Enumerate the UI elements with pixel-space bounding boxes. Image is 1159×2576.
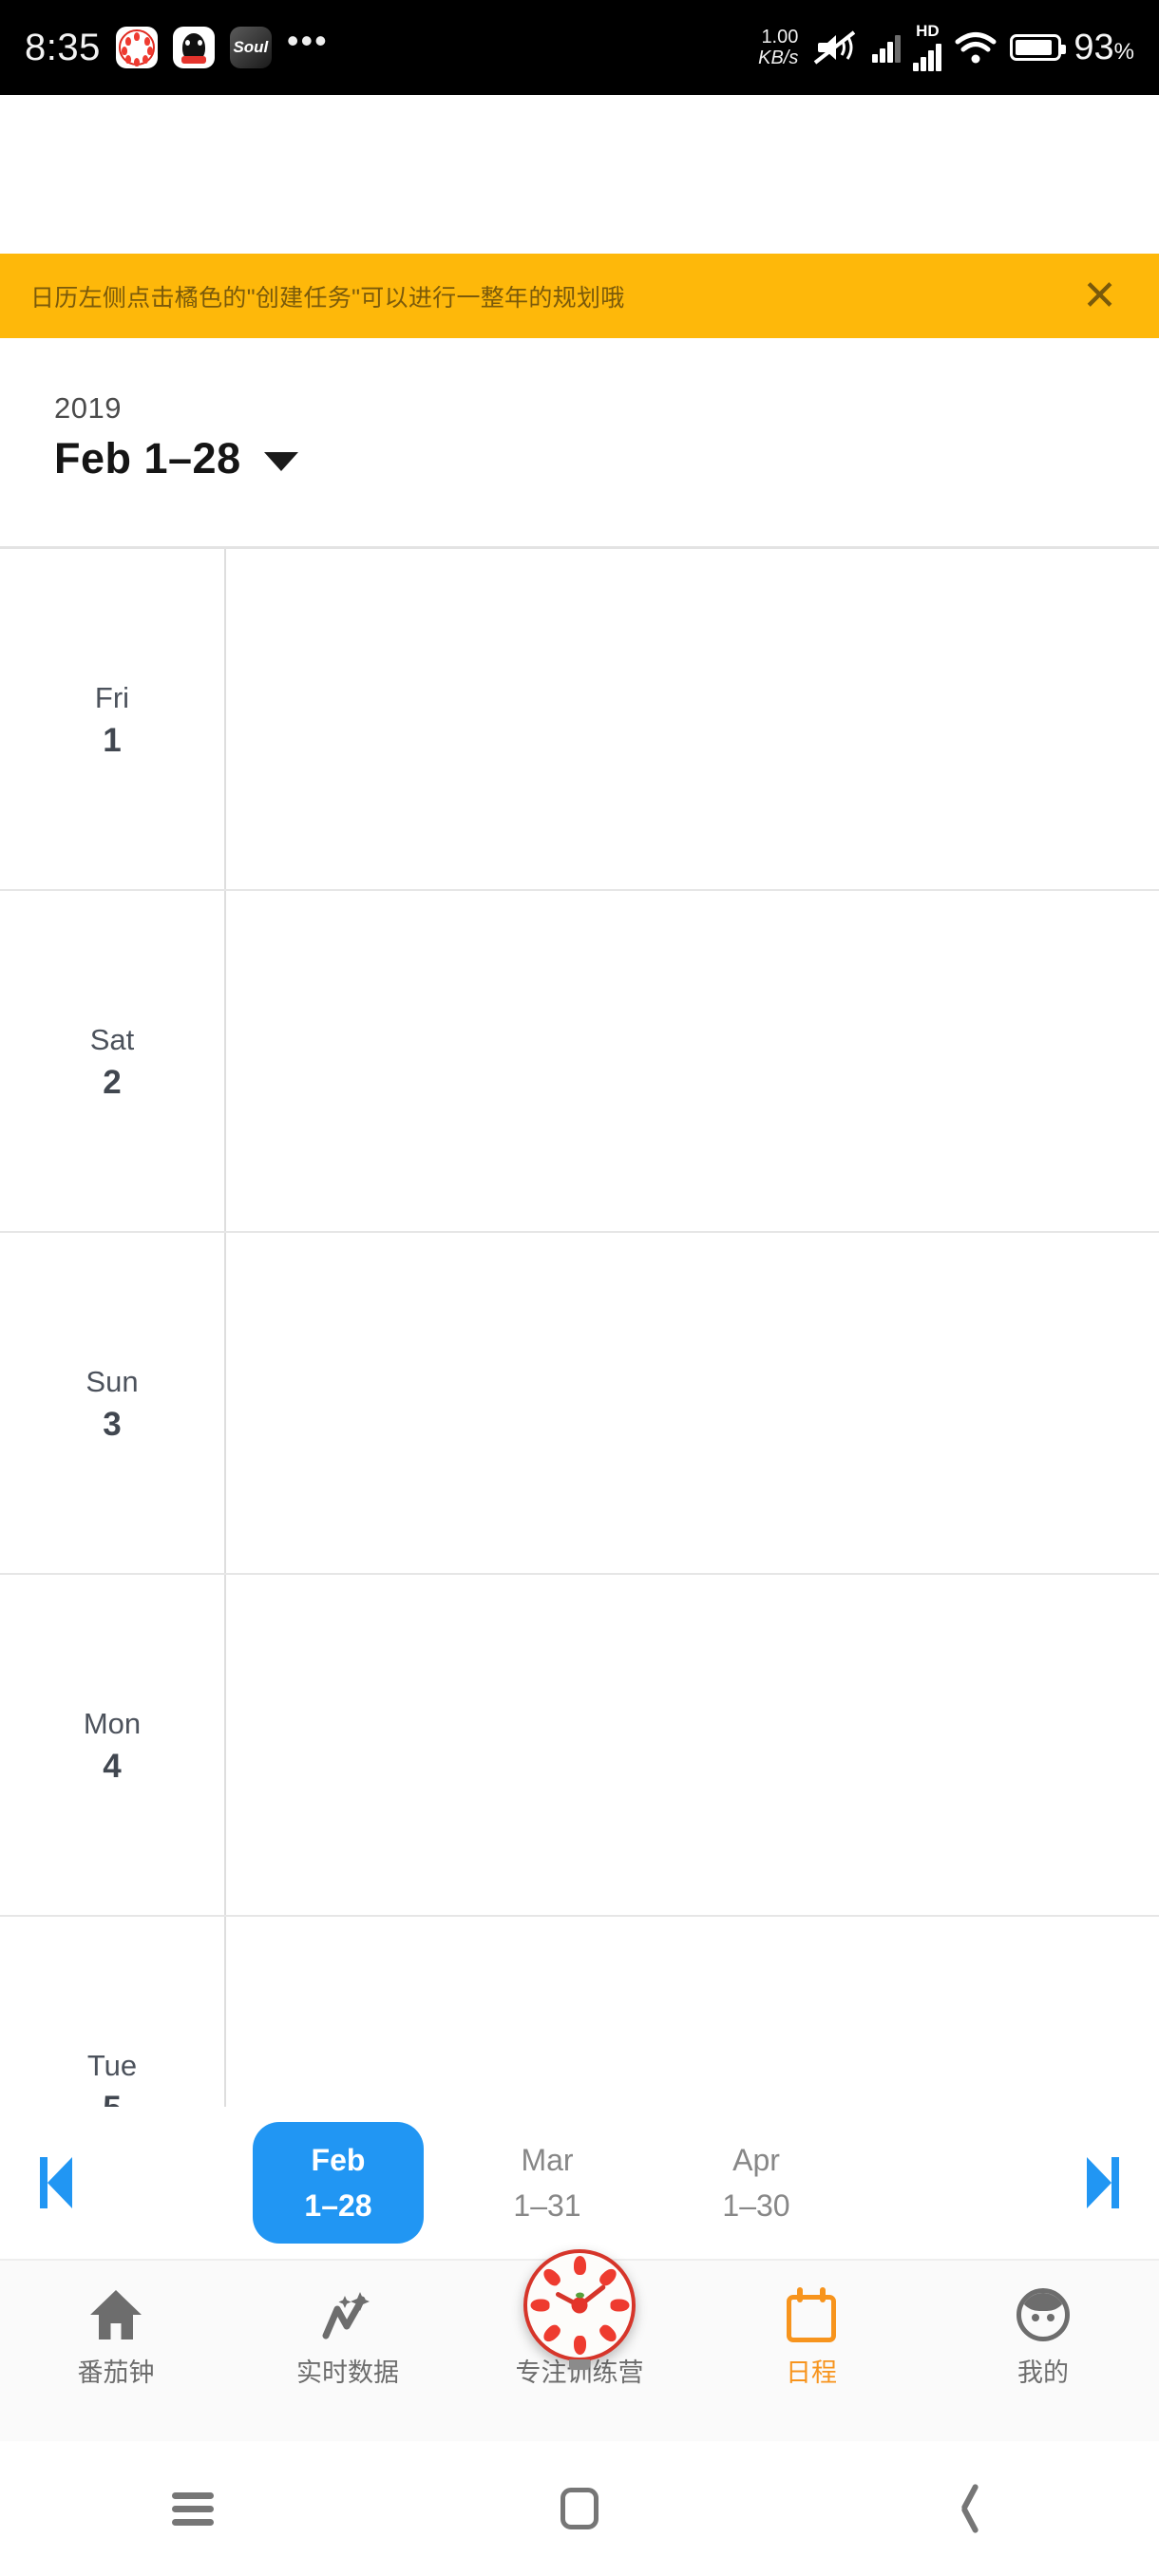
status-bar-overflow-icon: •••: [286, 21, 329, 60]
profile-icon: [1016, 2285, 1070, 2344]
calendar-icon: [787, 2285, 836, 2344]
tip-banner-text: 日历左侧点击橘色的"创建任务"可以进行一整年的规划哦: [30, 284, 625, 312]
month-chip-days: 1–30: [722, 2188, 790, 2223]
day-label: Fri 1: [0, 549, 224, 889]
date-range-selector[interactable]: Feb 1–28: [54, 434, 1159, 483]
day-label: Mon 4: [0, 1575, 224, 1915]
home-button[interactable]: [387, 2441, 773, 2576]
day-number: 4: [103, 1748, 122, 1785]
battery-percent: 93%: [1074, 27, 1134, 67]
year-label: 2019: [54, 391, 122, 425]
day-of-week: Fri: [94, 681, 130, 714]
day-number: 2: [103, 1064, 122, 1101]
day-of-week: Mon: [83, 1707, 142, 1740]
tab-pomodoro[interactable]: 番茄钟: [0, 2261, 232, 2441]
day-events-slot[interactable]: [226, 1575, 1159, 1915]
day-number: 1: [103, 722, 122, 759]
app-toolbar: [0, 95, 1159, 254]
status-bar-clock: 8:35: [25, 26, 101, 68]
network-speed-value: 1.00: [761, 27, 799, 47]
phone-screen: 8:35 Soul ••• 1.00 KB/s HD 93% 日历左侧点击橘色的…: [0, 0, 1159, 2576]
android-nav-bar: [0, 2441, 1159, 2576]
prev-month-button[interactable]: [0, 2157, 112, 2208]
day-events-slot[interactable]: [226, 549, 1159, 889]
month-chip-days: 1–31: [513, 2188, 581, 2223]
chevron-down-icon[interactable]: [263, 452, 298, 471]
day-events-slot[interactable]: [226, 1917, 1159, 2107]
soul-icon-label: Soul: [233, 38, 269, 56]
hd-signal-group: HD: [913, 22, 942, 71]
month-chip-month: Apr: [732, 2143, 780, 2177]
day-number: 3: [103, 1406, 122, 1443]
battery-icon: [1010, 34, 1067, 61]
tab-schedule[interactable]: 日程: [695, 2261, 927, 2441]
month-chip-feb[interactable]: Feb 1–28: [253, 2122, 424, 2244]
day-events-slot[interactable]: [226, 1233, 1159, 1573]
agenda-row-4[interactable]: Tue 5: [0, 1917, 1159, 2107]
tab-profile[interactable]: 我的: [927, 2261, 1159, 2441]
status-bar-left: 8:35 Soul •••: [25, 21, 329, 69]
agenda-row-2[interactable]: Sun 3: [0, 1233, 1159, 1575]
agenda-row-3[interactable]: Mon 4: [0, 1575, 1159, 1917]
month-track[interactable]: Feb 1–28 Mar 1–31 Apr 1–30: [112, 2107, 1047, 2259]
day-label: Tue 5: [0, 1917, 224, 2107]
tab-label: 实时数据: [296, 2358, 399, 2387]
date-range-label: Feb 1–28: [54, 434, 241, 483]
tab-label: 日程: [786, 2358, 837, 2387]
day-of-week: Sun: [86, 1365, 139, 1398]
day-label: Sun 3: [0, 1233, 224, 1573]
status-bar: 8:35 Soul ••• 1.00 KB/s HD 93%: [0, 0, 1159, 95]
signal-bars-icon: [872, 32, 902, 63]
date-header: 2019 Feb 1–28: [0, 338, 1159, 546]
month-chip-month: Feb: [311, 2143, 366, 2177]
network-speed: 1.00 KB/s: [758, 27, 798, 68]
home-square-icon: [560, 2488, 598, 2529]
month-pager: Feb 1–28 Mar 1–31 Apr 1–30: [0, 2107, 1159, 2259]
close-icon[interactable]: ✕: [1073, 275, 1127, 317]
month-chip-apr[interactable]: Apr 1–30: [671, 2122, 842, 2244]
agenda-row-0[interactable]: Fri 1: [0, 549, 1159, 891]
month-chip-mar[interactable]: Mar 1–31: [462, 2122, 633, 2244]
home-icon: [90, 2285, 142, 2344]
day-of-week: Sat: [89, 1023, 135, 1056]
agenda-grid[interactable]: Fri 1 Sat 2 Sun 3 Mon 4 Tue: [0, 549, 1159, 2107]
wifi-icon: [955, 32, 997, 64]
tab-label: 我的: [1017, 2358, 1069, 2387]
signal-bars-icon-2: [913, 41, 942, 71]
day-events-slot[interactable]: [226, 891, 1159, 1231]
tab-label: 番茄钟: [77, 2358, 155, 2387]
day-number: 5: [103, 2088, 121, 2107]
status-bar-right: 1.00 KB/s HD 93%: [758, 22, 1134, 71]
day-label: Sat 2: [0, 891, 224, 1231]
tomato-clock-icon[interactable]: [523, 2249, 636, 2370]
back-chevron-icon: [952, 2485, 980, 2532]
analytics-icon: [318, 2285, 377, 2344]
menu-icon: [172, 2486, 215, 2532]
qq-icon: [172, 27, 215, 68]
network-speed-unit: KB/s: [758, 47, 799, 68]
mute-icon: [814, 30, 856, 65]
back-button[interactable]: [772, 2441, 1159, 2576]
skip-next-icon: [1087, 2157, 1119, 2208]
tomato-clock-icon: [115, 27, 158, 68]
next-month-button[interactable]: [1047, 2157, 1159, 2208]
agenda-row-1[interactable]: Sat 2: [0, 891, 1159, 1233]
skip-previous-icon: [40, 2157, 72, 2208]
tip-banner[interactable]: 日历左侧点击橘色的"创建任务"可以进行一整年的规划哦 ✕: [0, 254, 1159, 338]
recents-button[interactable]: [0, 2441, 387, 2576]
month-chip-days: 1–28: [304, 2188, 372, 2223]
month-chip-month: Mar: [521, 2143, 574, 2177]
tab-realtime-data[interactable]: 实时数据: [232, 2261, 464, 2441]
day-of-week: Tue: [86, 2049, 138, 2082]
hd-label: HD: [916, 22, 940, 40]
soul-icon: Soul: [229, 27, 272, 68]
